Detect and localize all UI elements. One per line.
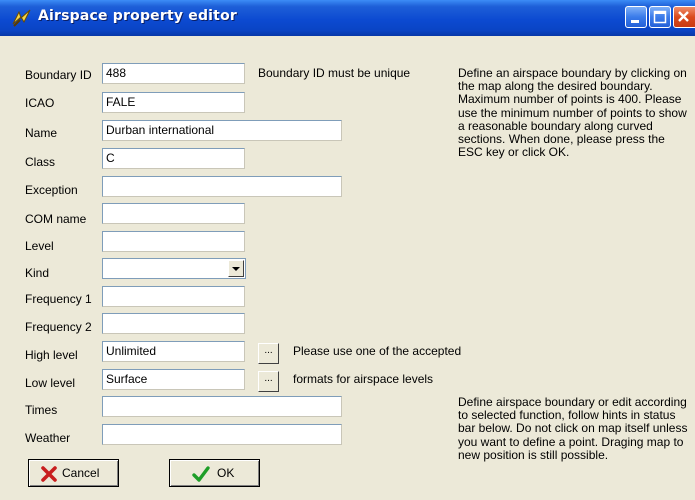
level-label: Level — [25, 239, 54, 253]
name-input[interactable]: Durban international — [102, 120, 342, 141]
cancel-button[interactable]: Cancel — [28, 459, 119, 487]
info-text-bottom: Define airspace boundary or edit accordi… — [458, 395, 688, 462]
minimize-icon — [631, 20, 639, 23]
window-title: Airspace property editor — [38, 8, 237, 24]
airspace-editor-icon — [12, 9, 31, 27]
times-label: Times — [25, 403, 58, 417]
airspace-editor-window: Airspace property editor Boundary ID ICA… — [0, 0, 695, 500]
frequency1-label: Frequency 1 — [25, 292, 92, 306]
high-level-input[interactable]: Unlimited — [102, 341, 245, 362]
levels-hint-line2: formats for airspace levels — [293, 372, 434, 386]
chevron-down-icon[interactable] — [228, 260, 244, 277]
low-level-label: Low level — [25, 376, 76, 390]
level-input[interactable] — [102, 231, 245, 252]
weather-label: Weather — [25, 431, 71, 445]
exception-label: Exception — [25, 183, 78, 197]
ok-button-label: OK — [217, 466, 235, 480]
com-name-label: COM name — [25, 212, 87, 226]
icao-label: ICAO — [25, 96, 55, 110]
boundary-id-input[interactable]: 488 — [102, 63, 245, 84]
green-check-icon — [192, 466, 210, 482]
com-name-input[interactable] — [102, 203, 245, 224]
frequency2-input[interactable] — [102, 313, 245, 334]
class-label: Class — [25, 155, 56, 169]
times-input[interactable] — [102, 396, 342, 417]
maximize-button[interactable] — [649, 6, 671, 28]
levels-hint-line1: Please use one of the accepted — [293, 344, 462, 358]
close-icon — [678, 11, 689, 22]
weather-input[interactable] — [102, 424, 342, 445]
icao-input[interactable]: FALE — [102, 92, 245, 113]
cancel-button-label: Cancel — [62, 466, 100, 480]
high-level-browse-button[interactable]: ... — [258, 343, 279, 364]
minimize-button[interactable] — [625, 6, 647, 28]
title-bar[interactable]: Airspace property editor — [0, 0, 695, 36]
low-level-browse-button[interactable]: ... — [258, 371, 279, 392]
boundary-id-label: Boundary ID — [25, 68, 92, 82]
info-text-top: Define an airspace boundary by clicking … — [458, 66, 687, 160]
exception-input[interactable] — [102, 176, 342, 197]
high-level-label: High level — [25, 348, 78, 362]
frequency1-input[interactable] — [102, 286, 245, 307]
close-button[interactable] — [673, 6, 695, 28]
frequency2-label: Frequency 2 — [25, 320, 92, 334]
kind-select[interactable] — [102, 258, 246, 279]
class-input[interactable]: C — [102, 148, 245, 169]
low-level-input[interactable]: Surface — [102, 369, 245, 390]
name-label: Name — [25, 126, 58, 140]
boundary-id-hint: Boundary ID must be unique — [258, 66, 411, 80]
maximize-icon — [653, 10, 667, 24]
red-x-icon — [41, 466, 57, 482]
ok-button[interactable]: OK — [169, 459, 260, 487]
kind-label: Kind — [25, 266, 50, 280]
